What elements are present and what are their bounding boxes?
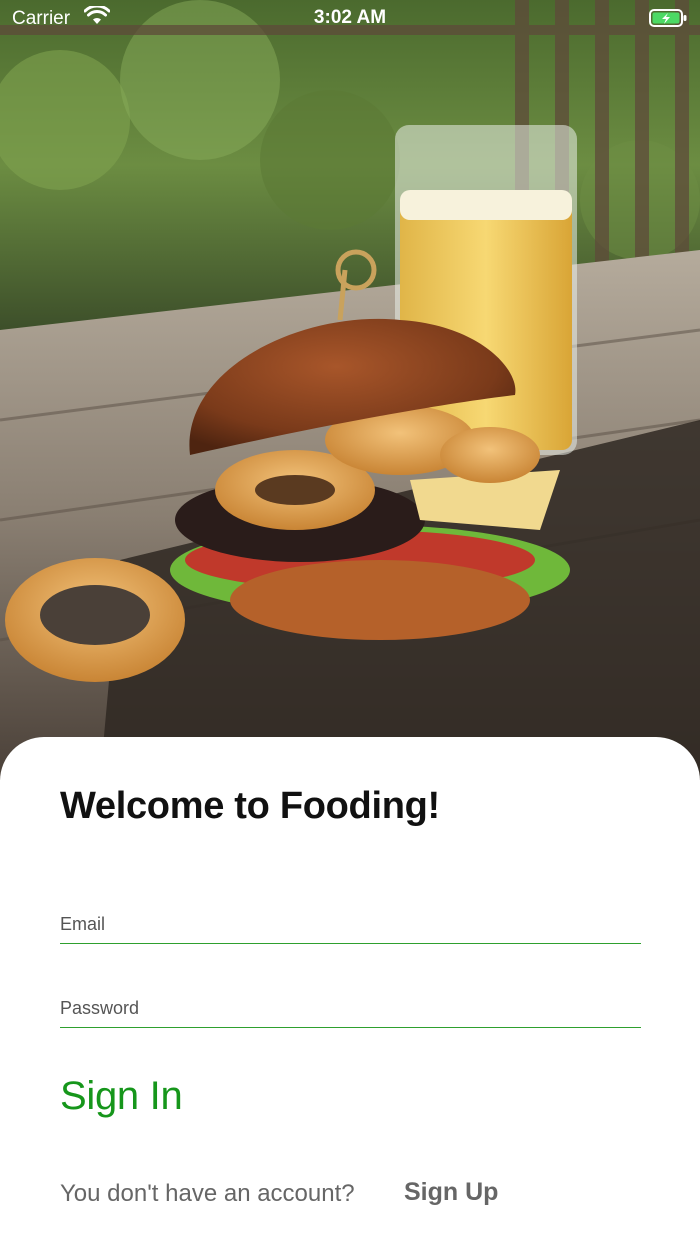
clock-time: 3:02 AM [313, 7, 387, 28]
hero-food-image [0, 0, 700, 780]
login-card: Welcome to Fooding! Sign In You don't ha… [0, 737, 700, 1244]
no-account-text: You don't have an account? [60, 1180, 355, 1207]
status-bar: Carrier 3:02 AM [0, 0, 700, 36]
email-field-container [60, 914, 641, 944]
sign-up-button[interactable]: Sign Up [404, 1178, 498, 1207]
password-input[interactable] [60, 998, 641, 1027]
battery-charging-icon [649, 8, 689, 33]
email-input[interactable] [60, 914, 641, 943]
burger-photo-illustration [0, 0, 700, 780]
page-title: Welcome to Fooding! [60, 785, 440, 827]
password-field-container [60, 998, 641, 1028]
sign-in-button[interactable]: Sign In [60, 1074, 183, 1119]
